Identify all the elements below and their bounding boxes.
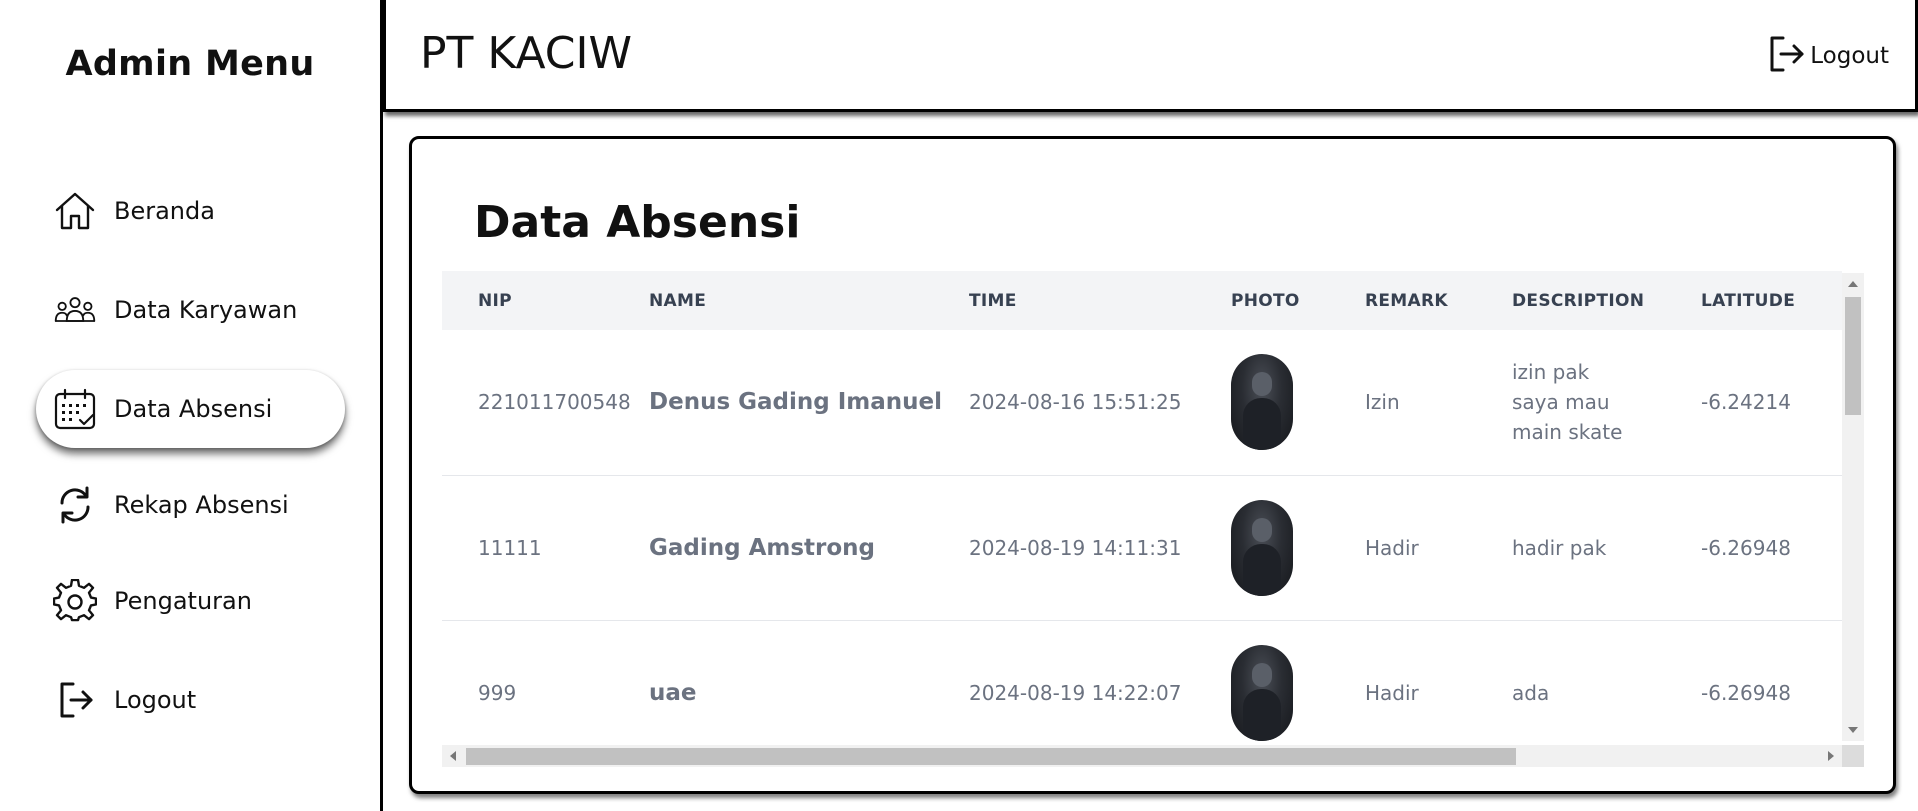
sidebar: Admin Menu Beranda Data Karyawan Data Ab… [0, 0, 383, 811]
table-header-row: NIP NAME TIME PHOTO REMARK DESCRIPTION L… [442, 271, 1842, 330]
scrollbar-corner [1842, 745, 1864, 767]
logout-icon [53, 678, 97, 722]
column-header-photo: PHOTO [1231, 271, 1365, 330]
cell-remark: Hadir [1365, 475, 1512, 621]
sidebar-item-label: Data Absensi [114, 395, 273, 423]
column-header-remark: REMARK [1365, 271, 1512, 330]
cell-photo [1231, 620, 1365, 766]
sidebar-item-label: Data Karyawan [114, 296, 298, 324]
attendance-table-container[interactable]: NIP NAME TIME PHOTO REMARK DESCRIPTION L… [442, 271, 1864, 767]
cell-time: 2024-08-19 14:22:07 [969, 620, 1231, 766]
sidebar-item-label: Logout [114, 686, 197, 714]
cell-nip: 221011700548 [442, 330, 649, 476]
column-header-nip: NIP [442, 271, 649, 330]
cell-name: uae [649, 620, 969, 766]
sidebar-item-label: Pengaturan [114, 587, 252, 615]
attendance-photo[interactable] [1231, 499, 1293, 596]
description-line: saya mau [1512, 390, 1610, 415]
column-header-latitude: LATITUDE [1701, 271, 1842, 330]
cell-description: ada [1512, 620, 1701, 766]
cell-remark: Hadir [1365, 620, 1512, 766]
sidebar-title: Admin Menu [65, 44, 315, 84]
cell-nip: 11111 [442, 475, 649, 621]
horizontal-scrollbar[interactable] [442, 745, 1842, 767]
cell-name: Gading Amstrong [649, 475, 969, 621]
scroll-left-arrow-icon[interactable] [450, 751, 456, 761]
sidebar-item-beranda[interactable]: Beranda [36, 172, 345, 250]
scroll-right-arrow-icon[interactable] [1828, 751, 1834, 761]
cell-remark: Izin [1365, 330, 1512, 476]
description-line: izin pak [1512, 360, 1590, 385]
description-line: ada [1512, 680, 1550, 705]
gear-icon [53, 579, 97, 623]
table-row: 221011700548 Denus Gading Imanuel 2024-0… [442, 330, 1842, 476]
cell-time: 2024-08-19 14:11:31 [969, 475, 1231, 621]
cell-description: izin pak saya mau main skate [1512, 330, 1701, 476]
home-icon [53, 189, 97, 233]
sidebar-item-label: Beranda [114, 197, 215, 225]
description-line: main skate [1512, 420, 1623, 445]
attendance-table: NIP NAME TIME PHOTO REMARK DESCRIPTION L… [442, 271, 1842, 766]
attendance-card: Data Absensi NIP NAME TIME PHOTO REMARK … [409, 136, 1896, 794]
company-name: PT KACIW [420, 28, 633, 79]
cell-latitude: -6.24214 [1701, 330, 1842, 476]
top-header: PT KACIW Logout [383, 0, 1918, 112]
sidebar-item-label: Rekap Absensi [114, 491, 289, 519]
users-icon [53, 288, 97, 332]
scroll-up-arrow-icon[interactable] [1848, 281, 1858, 287]
cell-description: hadir pak [1512, 475, 1701, 621]
cell-photo [1231, 475, 1365, 621]
scroll-down-arrow-icon[interactable] [1848, 727, 1858, 733]
page-title: Data Absensi [474, 197, 801, 248]
vertical-scroll-thumb[interactable] [1845, 297, 1861, 415]
cell-latitude: -6.26948 [1701, 475, 1842, 621]
table-row: 11111 Gading Amstrong 2024-08-19 14:11:3… [442, 475, 1842, 621]
description-line: hadir pak [1512, 535, 1607, 560]
attendance-photo[interactable] [1231, 644, 1293, 741]
cell-photo [1231, 330, 1365, 476]
table-row: 999 uae 2024-08-19 14:22:07 Hadir ada -6… [442, 620, 1842, 766]
sidebar-item-rekap-absensi[interactable]: Rekap Absensi [36, 466, 345, 544]
app-root: Admin Menu Beranda Data Karyawan Data Ab… [0, 0, 1918, 811]
vertical-scrollbar[interactable] [1842, 273, 1864, 741]
cell-latitude: -6.26948 [1701, 620, 1842, 766]
cell-name: Denus Gading Imanuel [649, 330, 969, 476]
sidebar-item-logout[interactable]: Logout [36, 661, 345, 739]
refresh-icon [53, 483, 97, 527]
column-header-time: TIME [969, 271, 1231, 330]
column-header-name: NAME [649, 271, 969, 330]
logout-icon [1766, 34, 1806, 78]
sidebar-item-data-karyawan[interactable]: Data Karyawan [36, 271, 345, 349]
cell-time: 2024-08-16 15:51:25 [969, 330, 1231, 476]
cell-nip: 999 [442, 620, 649, 766]
horizontal-scroll-thumb[interactable] [466, 748, 1516, 765]
sidebar-item-pengaturan[interactable]: Pengaturan [36, 562, 345, 640]
attendance-photo[interactable] [1231, 354, 1293, 451]
column-header-description: DESCRIPTION [1512, 271, 1701, 330]
header-logout-button[interactable]: Logout [1766, 34, 1889, 78]
header-logout-label: Logout [1810, 43, 1889, 69]
sidebar-item-data-absensi[interactable]: Data Absensi [36, 370, 345, 448]
calendar-icon [53, 387, 97, 431]
